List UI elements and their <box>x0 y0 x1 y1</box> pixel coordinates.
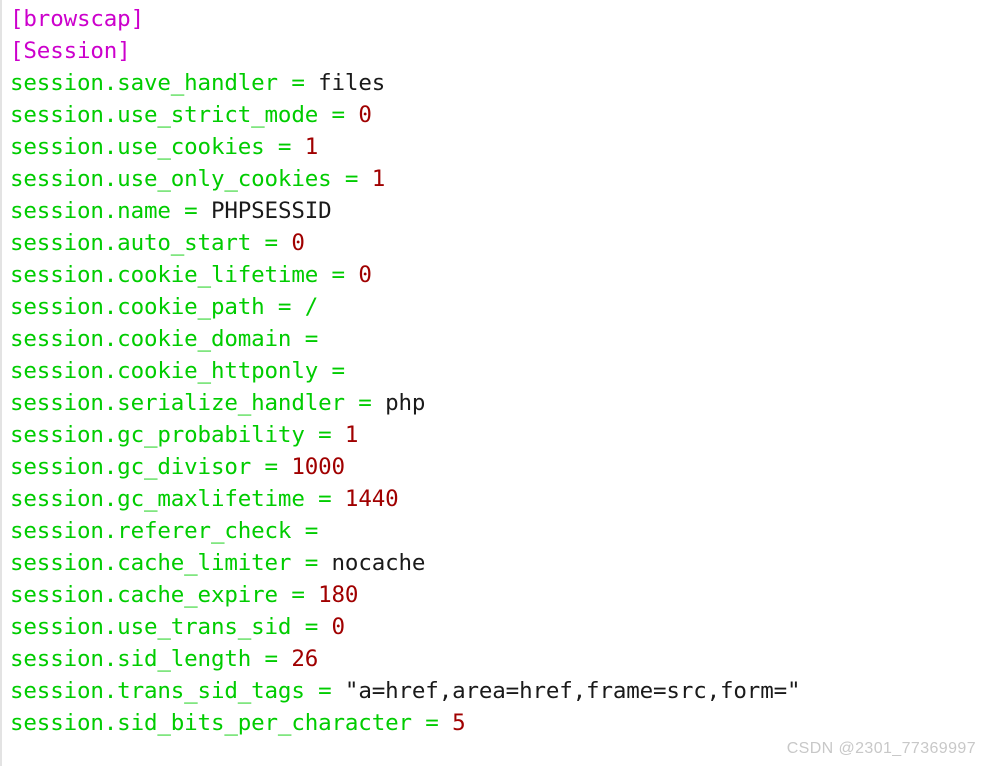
ini-setting-line[interactable]: session.cookie_lifetime = 0 <box>10 259 990 291</box>
ini-setting-key: session.gc_divisor <box>10 454 252 480</box>
ini-setting-value: 1 <box>371 166 386 192</box>
ini-setting-value: PHPSESSID <box>210 198 332 224</box>
ini-section-header[interactable]: [Session] <box>10 35 990 67</box>
ini-setting-value: 0 <box>358 262 372 288</box>
ini-assign-operator: = <box>251 454 292 480</box>
ini-setting-key: session.cache_limiter <box>10 550 292 576</box>
ini-setting-key: session.name <box>10 198 171 224</box>
ini-assign-operator: = <box>277 70 319 96</box>
ini-setting-line[interactable]: session.use_cookies = 1 <box>10 131 990 163</box>
ini-setting-line[interactable]: session.cache_limiter = nocache <box>10 547 990 579</box>
ini-setting-value: 1 <box>344 422 359 448</box>
ini-setting-line[interactable]: session.use_trans_sid = 0 <box>10 611 990 643</box>
ini-setting-value: 0 <box>291 230 305 256</box>
ini-setting-value: 180 <box>318 582 359 608</box>
ini-setting-line[interactable]: session.cookie_path = / <box>10 291 990 323</box>
ini-setting-key: session.use_only_cookies <box>10 166 332 192</box>
ini-setting-key: session.use_trans_sid <box>10 614 292 640</box>
config-file-content[interactable]: [browscap] [Session] session.save_handler … <box>10 3 990 739</box>
ini-setting-key: session.trans_sid_tags <box>10 678 305 704</box>
ini-setting-line[interactable]: session.use_strict_mode = 0 <box>10 99 990 131</box>
ini-assign-operator: = <box>291 518 319 544</box>
ini-setting-value: / <box>304 294 319 320</box>
ini-setting-key: session.gc_probability <box>10 422 305 448</box>
ini-assign-operator: = <box>411 710 453 736</box>
ini-setting-value: 5 <box>452 710 466 736</box>
ini-setting-key: session.cookie_path <box>10 294 265 320</box>
ini-setting-line[interactable]: session.cookie_httponly = <box>10 355 990 387</box>
ini-assign-operator: = <box>291 550 332 576</box>
ini-setting-value: 1440 <box>344 486 399 512</box>
ini-setting-line[interactable]: session.referer_check = <box>10 515 990 547</box>
ini-setting-line[interactable]: session.sid_length = 26 <box>10 643 990 675</box>
ini-setting-line[interactable]: session.save_handler = files <box>10 67 990 99</box>
ini-setting-value: 1000 <box>291 454 345 480</box>
ini-setting-line[interactable]: session.gc_maxlifetime = 1440 <box>10 483 990 515</box>
ini-assign-operator: = <box>264 294 305 320</box>
ini-setting-key: session.cookie_lifetime <box>10 262 319 288</box>
ini-section-header[interactable]: [browscap] <box>10 3 990 35</box>
ini-setting-key: session.auto_start <box>10 230 252 256</box>
ini-setting-key: session.referer_check <box>10 518 292 544</box>
ini-assign-operator: = <box>304 678 345 704</box>
ini-setting-line[interactable]: session.auto_start = 0 <box>10 227 990 259</box>
ini-setting-value: php <box>385 390 426 416</box>
ini-setting-key: session.cookie_httponly <box>10 358 319 384</box>
ini-assign-operator: = <box>277 582 319 608</box>
ini-setting-value: 0 <box>358 102 372 128</box>
ini-setting-line[interactable]: session.name = PHPSESSID <box>10 195 990 227</box>
ini-setting-line[interactable]: session.cache_expire = 180 <box>10 579 990 611</box>
ini-setting-value: files <box>318 70 386 96</box>
ini-assign-operator: = <box>291 614 332 640</box>
ini-setting-key: session.use_cookies <box>10 134 265 160</box>
ini-setting-value: 26 <box>291 646 319 672</box>
ini-setting-value: "a=href,area=href,frame=src,form=" <box>344 678 801 704</box>
ini-setting-key: session.use_strict_mode <box>10 102 319 128</box>
ini-setting-line[interactable]: session.gc_divisor = 1000 <box>10 451 990 483</box>
ini-assign-operator: = <box>318 102 359 128</box>
ini-setting-line[interactable]: session.trans_sid_tags = "a=href,area=hr… <box>10 675 990 707</box>
ini-assign-operator: = <box>318 358 346 384</box>
ini-setting-key: session.sid_length <box>10 646 252 672</box>
ini-assign-operator: = <box>291 326 319 352</box>
ini-setting-line[interactable]: session.cookie_domain = <box>10 323 990 355</box>
terminal-window[interactable]: [browscap] [Session] session.save_handler … <box>0 0 990 766</box>
ini-setting-key: session.serialize_handler <box>10 390 345 416</box>
ini-setting-value: nocache <box>331 550 426 576</box>
ini-setting-line[interactable]: session.sid_bits_per_character = 5 <box>10 707 990 739</box>
ini-assign-operator: = <box>331 166 372 192</box>
ini-setting-line[interactable]: session.use_only_cookies = 1 <box>10 163 990 195</box>
ini-assign-operator: = <box>170 198 211 224</box>
ini-section-name: [browscap] <box>10 6 144 32</box>
ini-setting-key: session.gc_maxlifetime <box>10 486 305 512</box>
ini-setting-key: session.save_handler <box>10 70 278 96</box>
ini-assign-operator: = <box>318 262 359 288</box>
ini-setting-line[interactable]: session.gc_probability = 1 <box>10 419 990 451</box>
ini-assign-operator: = <box>304 486 345 512</box>
ini-assign-operator: = <box>251 646 292 672</box>
ini-setting-key: session.sid_bits_per_character <box>10 710 412 736</box>
ini-setting-value: 0 <box>331 614 346 640</box>
ini-setting-value: 1 <box>304 134 319 160</box>
ini-setting-key: session.cookie_domain <box>10 326 292 352</box>
ini-assign-operator: = <box>344 390 386 416</box>
ini-setting-line[interactable]: session.serialize_handler = php <box>10 387 990 419</box>
ini-section-name: [Session] <box>10 38 131 64</box>
ini-assign-operator: = <box>251 230 292 256</box>
csdn-watermark: CSDN @2301_77369997 <box>786 740 976 757</box>
ini-assign-operator: = <box>304 422 345 448</box>
ini-setting-key: session.cache_expire <box>10 582 278 608</box>
ini-assign-operator: = <box>264 134 305 160</box>
